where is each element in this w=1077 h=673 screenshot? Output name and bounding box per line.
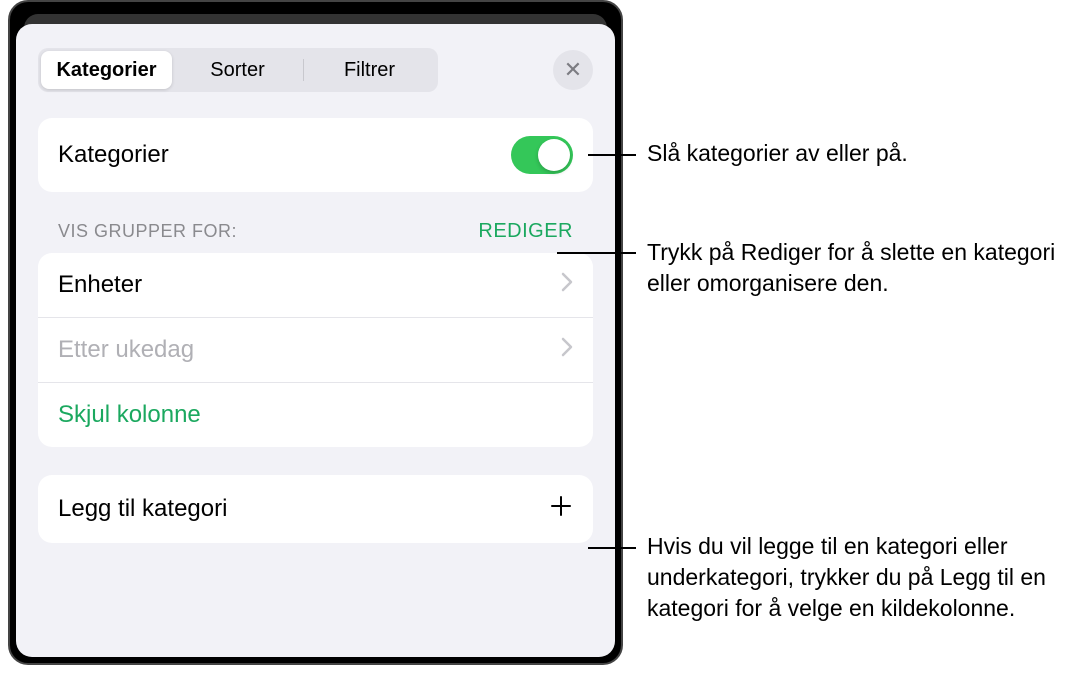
callout-line bbox=[588, 154, 636, 156]
tab-filter-label: Filtrer bbox=[344, 59, 395, 82]
chevron-right-icon bbox=[561, 337, 573, 363]
callout-line bbox=[588, 547, 636, 549]
groups-section-header: VIS GRUPPER FOR: REDIGER bbox=[38, 220, 593, 253]
tab-categories-label: Kategorier bbox=[56, 59, 156, 82]
chevron-right-icon bbox=[561, 272, 573, 298]
view-segmented-control: Kategorier Sorter Filtrer bbox=[38, 48, 438, 92]
tab-sort-label: Sorter bbox=[210, 59, 264, 82]
close-button[interactable]: ✕ bbox=[553, 50, 593, 90]
group-item-enheter[interactable]: Enheter bbox=[38, 253, 593, 318]
panel-header: Kategorier Sorter Filtrer ✕ bbox=[38, 48, 593, 92]
groups-header-label: VIS GRUPPER FOR: bbox=[58, 221, 237, 242]
close-icon: ✕ bbox=[564, 57, 582, 83]
callout-line bbox=[557, 252, 636, 254]
categories-toggle[interactable] bbox=[511, 136, 573, 174]
tab-categories[interactable]: Kategorier bbox=[41, 51, 172, 89]
edit-button[interactable]: REDIGER bbox=[478, 220, 573, 243]
group-item-label: Enheter bbox=[58, 271, 142, 299]
callout-add-text: Hvis du vil legge til en kategori eller … bbox=[647, 531, 1077, 624]
group-item-etter-ukedag[interactable]: Etter ukedag bbox=[38, 318, 593, 383]
categories-panel: Kategorier Sorter Filtrer ✕ Kategorier bbox=[16, 24, 615, 657]
panel-container: Kategorier Sorter Filtrer ✕ Kategorier bbox=[8, 0, 623, 665]
categories-toggle-row: Kategorier bbox=[38, 118, 593, 192]
hide-column-button[interactable]: Skjul kolonne bbox=[38, 383, 593, 447]
add-category-label: Legg til kategori bbox=[58, 495, 227, 523]
callout-toggle-text: Slå kategorier av eller på. bbox=[647, 138, 1077, 169]
categories-toggle-label: Kategorier bbox=[58, 141, 169, 169]
add-category-card: Legg til kategori bbox=[38, 475, 593, 543]
categories-toggle-card: Kategorier bbox=[38, 118, 593, 192]
callout-edit-text: Trykk på Rediger for å slette en kategor… bbox=[647, 237, 1077, 299]
groups-list-card: Enheter Etter ukedag Skjul kolonne bbox=[38, 253, 593, 447]
plus-icon bbox=[549, 493, 573, 525]
toggle-knob bbox=[538, 139, 570, 171]
tab-filter[interactable]: Filtrer bbox=[304, 51, 435, 89]
tab-sort[interactable]: Sorter bbox=[172, 51, 303, 89]
add-category-button[interactable]: Legg til kategori bbox=[38, 475, 593, 543]
hide-column-label: Skjul kolonne bbox=[58, 401, 201, 429]
group-item-label: Etter ukedag bbox=[58, 336, 194, 364]
